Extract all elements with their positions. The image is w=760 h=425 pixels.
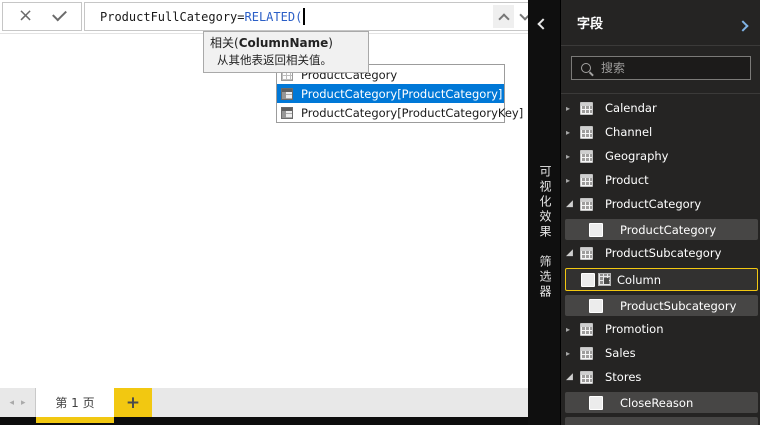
autocomplete-item-label: ProductCategory[ProductCategory] [301, 87, 502, 101]
active-tab-underline [36, 417, 114, 423]
formula-bar: × ProductFullCategory=RELATED( [0, 0, 528, 34]
table-icon [580, 323, 593, 336]
chevron-collapsed-icon[interactable]: ▸ [566, 349, 578, 358]
side-rail: 可视化效果 筛选器 [528, 0, 560, 425]
table-icon [580, 174, 593, 187]
function-description: 从其他表返回相关值。 [210, 52, 360, 68]
field-label: Column [617, 273, 661, 287]
field-checkbox[interactable] [589, 396, 603, 410]
chevron-expanded-icon[interactable]: ◢ [566, 248, 578, 258]
chevron-expanded-icon[interactable]: ◢ [566, 372, 578, 382]
search-input[interactable] [599, 60, 723, 76]
table-row-calendar[interactable]: ▸ Calendar [561, 96, 760, 120]
column-icon [281, 107, 293, 119]
autocomplete-item[interactable]: ProductCategory[ProductCategoryKey] [277, 103, 504, 122]
powerbi-window: × ProductFullCategory=RELATED( 相关(Column… [0, 0, 760, 425]
table-label: ProductSubcategory [605, 246, 721, 260]
table-icon [580, 150, 593, 163]
collapse-rail-icon[interactable] [539, 13, 547, 32]
chevron-collapsed-icon[interactable]: ▸ [566, 325, 578, 334]
calculated-column-icon [598, 273, 611, 286]
field-checkbox[interactable] [589, 299, 603, 313]
rail-tab-filters[interactable]: 筛选器 [537, 255, 554, 300]
field-row-closereason[interactable]: CloseReason [565, 392, 758, 413]
table-icon [580, 102, 593, 115]
table-label: Geography [605, 149, 669, 163]
table-label: Calendar [605, 101, 657, 115]
table-icon [580, 347, 593, 360]
next-page-icon[interactable]: ▸ [21, 398, 26, 408]
chevron-collapsed-icon[interactable]: ▸ [566, 152, 578, 161]
chevron-collapsed-icon[interactable]: ▸ [566, 128, 578, 137]
formula-action-group: × [2, 2, 82, 31]
field-label: ProductSubcategory [620, 299, 736, 313]
page-nav-arrows: ◂ ▸ [0, 388, 36, 417]
table-row-geography[interactable]: ▸ Geography [561, 144, 760, 168]
column-icon [281, 88, 293, 100]
prev-page-icon[interactable]: ◂ [9, 398, 14, 408]
divider [561, 93, 760, 94]
search-box[interactable] [571, 56, 751, 80]
table-label: Product [605, 173, 649, 187]
function-tooltip: 相关(ColumnName) 从其他表返回相关值。 [203, 31, 369, 73]
field-label: ProductCategory [620, 223, 716, 237]
text-caret [303, 8, 305, 25]
table-row-productsubcategory[interactable]: ◢ ProductSubcategory [561, 241, 760, 265]
table-icon [580, 371, 593, 384]
function-signature: 相关(ColumnName) [210, 34, 360, 51]
formula-text: ProductFullCategory= [100, 10, 245, 24]
add-page-button[interactable]: + [114, 388, 152, 417]
fields-pane: 字段 ▸ Calendar ▸ Channel ▸ Geography ▸ Product ◢ P… [560, 0, 760, 425]
table-label: Stores [605, 370, 641, 384]
table-label: ProductCategory [605, 197, 701, 211]
chevron-collapsed-icon[interactable]: ▸ [566, 104, 578, 113]
chevron-collapsed-icon[interactable]: ▸ [566, 176, 578, 185]
rail-tab-visualizations[interactable]: 可视化效果 [537, 165, 554, 240]
divider [561, 45, 760, 46]
field-checkbox[interactable] [589, 223, 603, 237]
table-label: Channel [605, 125, 652, 139]
field-row-productsubcategory[interactable]: ProductSubcategory [565, 295, 758, 316]
table-label: Sales [605, 346, 636, 360]
field-checkbox[interactable] [581, 273, 595, 287]
table-row-channel[interactable]: ▸ Channel [561, 120, 760, 144]
table-row-sales[interactable]: ▸ Sales [561, 341, 760, 365]
commit-formula-icon[interactable] [53, 7, 66, 26]
field-row-partial [565, 417, 758, 425]
chevron-up-icon[interactable] [493, 5, 514, 28]
fields-pane-title: 字段 [577, 13, 603, 32]
table-icon [580, 126, 593, 139]
cancel-formula-icon[interactable]: × [18, 7, 33, 25]
fields-tree: ▸ Calendar ▸ Channel ▸ Geography ▸ Product ◢ Prod… [561, 96, 760, 425]
table-label: Promotion [605, 322, 664, 336]
page-bar: ◂ ▸ 第 1 页 + [0, 388, 528, 417]
page-tab[interactable]: 第 1 页 [36, 388, 114, 417]
table-icon [580, 247, 593, 260]
collapse-fields-icon[interactable] [739, 15, 747, 34]
table-row-stores[interactable]: ◢ Stores [561, 365, 760, 389]
autocomplete-item-label: ProductCategory[ProductCategoryKey] [301, 106, 523, 120]
formula-keyword: RELATED( [245, 10, 303, 24]
field-row-column[interactable]: Column [565, 268, 758, 291]
table-row-productcategory[interactable]: ◢ ProductCategory [561, 192, 760, 216]
table-icon [580, 198, 593, 211]
formula-input[interactable]: ProductFullCategory=RELATED( [84, 2, 539, 31]
table-row-promotion[interactable]: ▸ Promotion [561, 317, 760, 341]
search-icon [581, 63, 591, 73]
field-label: CloseReason [620, 396, 693, 410]
table-row-product[interactable]: ▸ Product [561, 168, 760, 192]
chevron-expanded-icon[interactable]: ◢ [566, 199, 578, 209]
autocomplete-item[interactable]: ProductCategory[ProductCategory] [277, 84, 504, 103]
field-row-productcategory[interactable]: ProductCategory [565, 219, 758, 240]
